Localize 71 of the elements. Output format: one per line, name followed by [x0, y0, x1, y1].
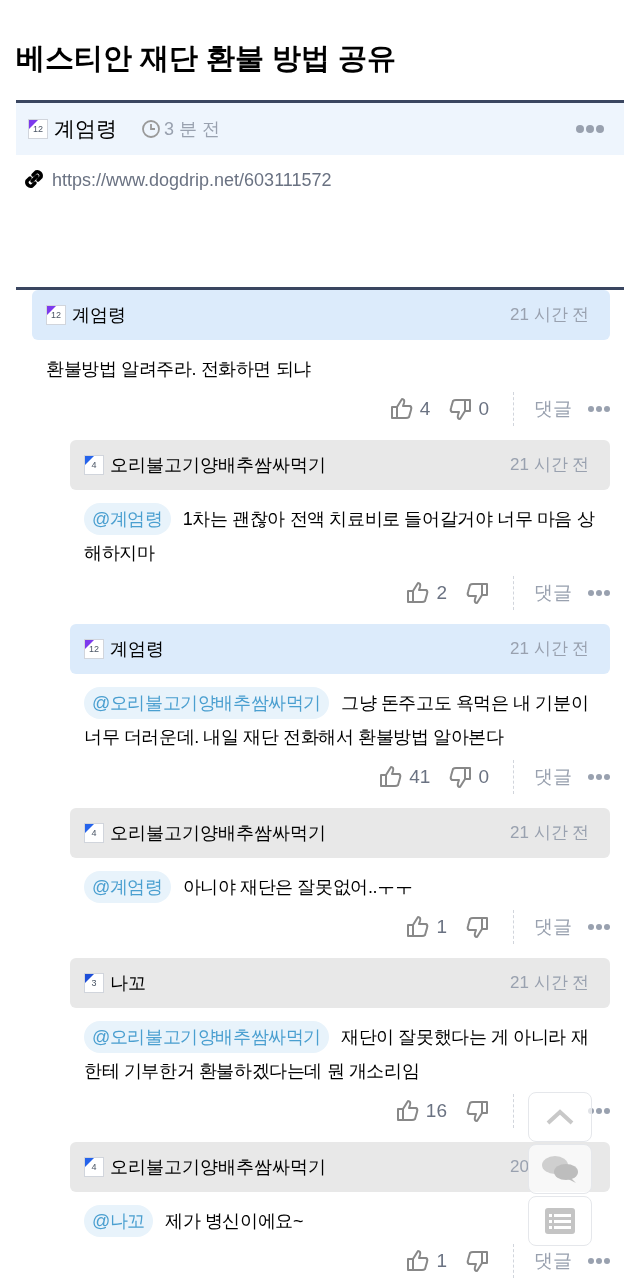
level-badge-icon: 12 — [46, 305, 66, 325]
dislike-count: 0 — [478, 764, 489, 789]
thumbs-up-icon[interactable] — [406, 1249, 431, 1273]
comment-text: @계엄령 아니야 재단은 잘못없어..ㅜㅜ — [70, 858, 427, 904]
comment-time: 21 시간 전 — [510, 822, 590, 845]
like-count: 16 — [425, 1098, 447, 1123]
like-count: 1 — [436, 1248, 447, 1273]
post-time: 3 분 전 — [164, 117, 220, 141]
commenter-name[interactable]: 계엄령 — [110, 635, 164, 663]
thumbs-down-icon[interactable] — [465, 1249, 489, 1273]
post-link[interactable]: https://www.dogdrip.net/603111572 — [52, 167, 332, 194]
comment-time: 21 시간 전 — [510, 972, 590, 995]
thumbs-down-icon[interactable] — [448, 765, 473, 789]
commenter-name[interactable]: 오리불고기양배추쌈싸먹기 — [110, 1153, 326, 1181]
reply-button[interactable]: 댓글 — [534, 762, 572, 792]
level-badge-icon: 4 — [84, 1157, 104, 1177]
mention-tag[interactable]: @오리불고기양배추쌈싸먹기 — [84, 687, 330, 719]
thumbs-up-icon[interactable] — [389, 397, 414, 421]
more-icon[interactable] — [588, 406, 610, 412]
comment-time: 21 시간 전 — [510, 638, 590, 661]
dislike-count: 0 — [478, 396, 489, 421]
clock-icon — [141, 119, 161, 139]
comment-text: @오리불고기양배추쌈싸먹기 재단이 잘못했다는 게 아니라 재한테 기부한거 환불하겠다는데 뭔 개소리임 — [70, 1008, 610, 1088]
more-icon[interactable] — [588, 590, 610, 596]
mention-tag[interactable]: @계엄령 — [84, 871, 171, 903]
level-badge-icon: 4 — [84, 455, 104, 475]
comment-time: 21 시간 전 — [510, 304, 590, 327]
more-icon[interactable] — [588, 1258, 610, 1264]
mention-tag[interactable]: @나꼬 — [84, 1205, 154, 1237]
more-icon[interactable] — [588, 774, 610, 780]
link-icon — [22, 167, 46, 191]
thumbs-down-icon[interactable] — [465, 581, 489, 605]
comment-text: @계엄령 1차는 괜찮아 전액 치료비로 들어갈거야 너무 마음 상해하지마 — [70, 490, 610, 570]
comment-time: 20 — [510, 1156, 529, 1179]
reply-button[interactable]: 댓글 — [534, 1246, 572, 1276]
reply-button[interactable]: 댓글 — [534, 578, 572, 608]
thumbs-up-icon[interactable] — [406, 915, 431, 939]
thumbs-down-icon[interactable] — [465, 1099, 489, 1123]
comments-button[interactable] — [528, 1144, 592, 1194]
reply-button[interactable]: 댓글 — [534, 912, 572, 942]
more-icon[interactable] — [576, 125, 604, 133]
author-name[interactable]: 계엄령 — [54, 113, 117, 145]
level-badge-icon: 3 — [84, 973, 104, 993]
comment-text: 환불방법 알려주라. 전화하면 되냐 — [45, 358, 312, 381]
like-count: 41 — [409, 764, 431, 789]
chat-bubbles-icon — [541, 1154, 579, 1184]
post-title: 베스티안 재단 환불 방법 공유 — [15, 41, 398, 76]
reply-button[interactable]: 댓글 — [534, 394, 572, 424]
like-count: 4 — [419, 396, 431, 421]
level-badge-icon: 4 — [84, 823, 104, 843]
comment-text: @나꼬 제가 병신이에요~ — [70, 1192, 317, 1238]
mention-tag[interactable]: @오리불고기양배추쌈싸먹기 — [84, 1021, 330, 1053]
like-count: 2 — [436, 580, 447, 605]
thumbs-up-icon[interactable] — [395, 1099, 420, 1123]
mention-tag[interactable]: @계엄령 — [84, 503, 171, 535]
commenter-name[interactable]: 오리불고기양배추쌈싸먹기 — [110, 819, 326, 847]
level-badge-icon: 12 — [28, 119, 48, 139]
like-count: 1 — [436, 914, 447, 939]
list-icon — [545, 1208, 575, 1234]
comment-text: @오리불고기양배추쌈싸먹기 그냥 돈주고도 욕먹은 내 기분이 너무 더러운데. 내일 재단 전화해서 환불방법 알아본다 — [70, 674, 610, 754]
comment-time: 21 시간 전 — [510, 454, 590, 477]
commenter-name[interactable]: 계엄령 — [72, 301, 126, 329]
chevron-up-icon — [546, 1109, 574, 1125]
level-badge-icon: 12 — [84, 639, 104, 659]
commenter-name[interactable]: 오리불고기양배추쌈싸먹기 — [110, 451, 326, 479]
thumbs-down-icon[interactable] — [465, 915, 489, 939]
thumbs-down-icon[interactable] — [448, 397, 473, 421]
thumbs-up-icon[interactable] — [406, 581, 431, 605]
commenter-name[interactable]: 나꼬 — [110, 969, 146, 997]
more-icon[interactable] — [588, 924, 610, 930]
thumbs-up-icon[interactable] — [379, 765, 404, 789]
